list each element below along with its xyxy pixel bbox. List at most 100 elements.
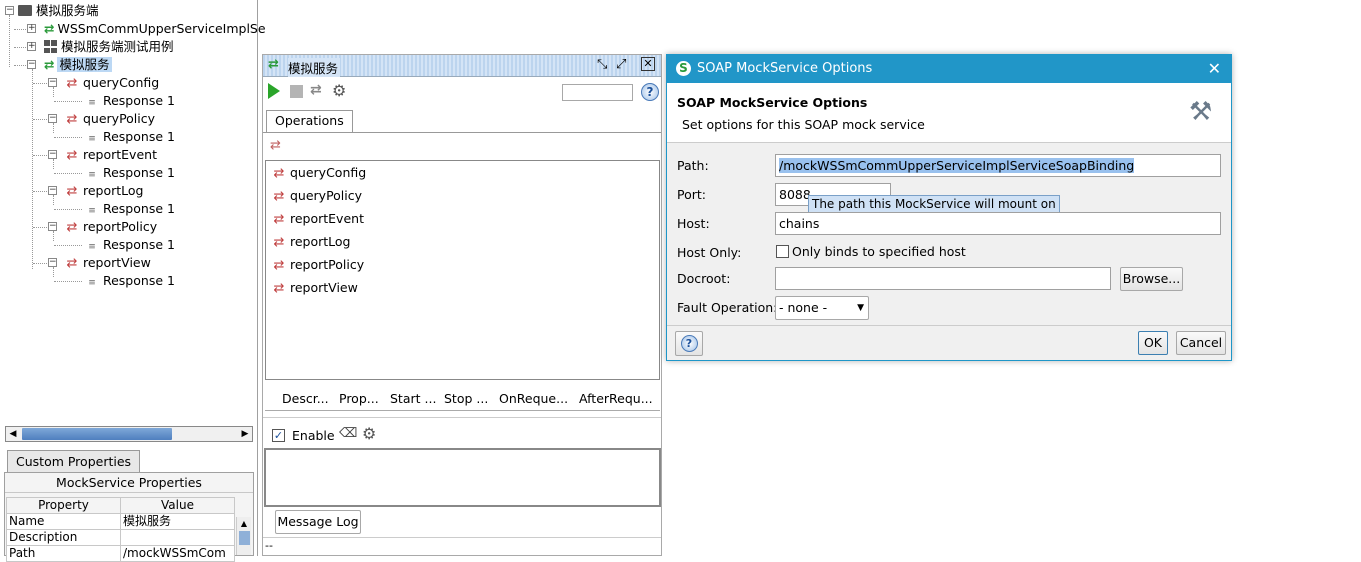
list-item[interactable]: ⇄ queryConfig: [272, 163, 367, 183]
properties-scrollbar[interactable]: ▲: [236, 517, 251, 555]
stop-icon[interactable]: [290, 85, 303, 98]
operation-icon: ⇄: [66, 220, 78, 235]
tree-node-interface[interactable]: ⇄ WSSmCommUpperServiceImplSe: [44, 20, 266, 38]
tree-node-root[interactable]: 模拟服务端: [18, 2, 99, 20]
tab-properties[interactable]: Prop...: [339, 391, 379, 406]
response-icon: ≡: [88, 278, 96, 288]
tree-node-response[interactable]: ≡ Response 1: [85, 236, 175, 254]
dialog-title: SOAP MockService Options: [697, 61, 873, 76]
operation-icon: ⇄: [66, 184, 78, 199]
help-icon: ?: [680, 335, 698, 352]
tree-node-response[interactable]: ≡ Response 1: [85, 92, 175, 110]
tree-node-operation[interactable]: ⇄ reportEvent: [65, 146, 157, 164]
dialog-header: SOAP MockService Options Set options for…: [667, 83, 1231, 143]
help-icon[interactable]: ?: [641, 83, 659, 101]
tree-node-operation[interactable]: ⇄ reportView: [65, 254, 151, 272]
scroll-right-arrow[interactable]: ▶: [238, 427, 252, 441]
search-input[interactable]: [562, 84, 633, 101]
table-row[interactable]: Name 模拟服务: [6, 513, 235, 530]
tree-node-mockservice[interactable]: ⇄ 模拟服务: [44, 56, 112, 74]
tab-afterrequest-script[interactable]: AfterRequ...: [579, 391, 653, 406]
folder-icon: [18, 5, 32, 16]
maximize-icon[interactable]: ⤢: [616, 57, 626, 72]
list-item[interactable]: ⇄ queryPolicy: [272, 186, 362, 206]
soap-mockservice-options-dialog: S SOAP MockService Options ✕ SOAP MockSe…: [666, 54, 1232, 361]
operation-icon: ⇄: [273, 189, 285, 204]
operation-icon: ⇄: [66, 148, 78, 163]
scrollbar-thumb[interactable]: [22, 428, 172, 440]
collapse-toggle[interactable]: −: [48, 150, 57, 159]
tools-icon: ⚒: [1189, 97, 1213, 127]
soapui-logo-icon: S: [676, 61, 691, 76]
expand-toggle[interactable]: +: [27, 24, 36, 33]
status-text: --: [265, 539, 273, 552]
tree-horizontal-scrollbar[interactable]: ◀ ▶: [5, 426, 253, 442]
eraser-icon[interactable]: ⌫: [339, 426, 357, 441]
properties-panel: Custom Properties MockService Properties…: [4, 450, 254, 562]
dialog-heading: SOAP MockService Options: [677, 95, 868, 110]
collapse-toggle[interactable]: −: [48, 114, 57, 123]
docroot-label: Docroot:: [677, 271, 731, 286]
gear-icon[interactable]: ⚙: [362, 424, 376, 443]
help-button[interactable]: ?: [675, 331, 703, 356]
fault-operation-select[interactable]: - none - ▼: [775, 296, 869, 320]
browse-button[interactable]: Browse...: [1120, 267, 1183, 291]
tree-node-testsuite[interactable]: 模拟服务端测试用例: [44, 38, 174, 56]
collapse-toggle[interactable]: −: [27, 60, 36, 69]
cancel-button[interactable]: Cancel: [1176, 331, 1226, 355]
enable-checkbox[interactable]: ✓: [272, 429, 285, 442]
ok-button[interactable]: OK: [1138, 331, 1168, 355]
gear-icon[interactable]: ⚙: [332, 81, 346, 100]
minimize-icon[interactable]: ⤡: [597, 57, 607, 72]
list-item[interactable]: ⇄ reportEvent: [272, 209, 364, 229]
table-row[interactable]: Path/mockWSSmCom: [6, 545, 235, 562]
tab-description[interactable]: Descr...: [282, 391, 329, 406]
expand-toggle[interactable]: +: [27, 42, 36, 51]
mockservice-icon: ⇄: [44, 57, 55, 72]
collapse-toggle[interactable]: −: [48, 186, 57, 195]
panel-titlebar: ⇄ 模拟服务 ⤡ ⤢ ✕: [263, 55, 661, 77]
collapse-toggle[interactable]: −: [48, 78, 57, 87]
tab-custom-properties[interactable]: Custom Properties: [7, 450, 141, 472]
tab-onrequest-script[interactable]: OnReque...: [499, 391, 568, 406]
tree-node-response[interactable]: ≡ Response 1: [85, 128, 175, 146]
tree-node-operation[interactable]: ⇄ reportLog: [65, 182, 144, 200]
grid-icon: [44, 40, 57, 53]
tree-node-response[interactable]: ≡ Response 1: [85, 272, 175, 290]
tree-node-response[interactable]: ≡ Response 1: [85, 200, 175, 218]
enable-label: Enable: [292, 428, 335, 443]
close-icon[interactable]: ✕: [641, 57, 655, 71]
mockservice-icon: ⇄: [268, 57, 279, 72]
host-field[interactable]: chains: [775, 212, 1221, 235]
tree-node-operation[interactable]: ⇄ queryConfig: [65, 74, 160, 92]
play-icon[interactable]: [268, 83, 280, 99]
collapse-toggle[interactable]: −: [48, 258, 57, 267]
operation-icon: ⇄: [273, 235, 285, 250]
operation-icon: ⇄: [66, 112, 78, 127]
tab-operations[interactable]: Operations: [266, 110, 353, 132]
chevron-down-icon: ▼: [857, 303, 864, 313]
collapse-toggle[interactable]: −: [5, 6, 14, 15]
message-log-area: [264, 448, 661, 507]
operation-icon: ⇄: [273, 258, 285, 273]
swap-icon[interactable]: ⇄: [310, 82, 322, 98]
list-item[interactable]: ⇄ reportLog: [272, 232, 351, 252]
message-log-button[interactable]: Message Log: [275, 510, 361, 534]
table-row[interactable]: Description: [6, 529, 235, 546]
list-item[interactable]: ⇄ reportView: [272, 278, 358, 298]
close-icon[interactable]: ✕: [1208, 55, 1221, 83]
operation-icon: ⇄: [66, 76, 78, 91]
tree-node-operation[interactable]: ⇄ reportPolicy: [65, 218, 158, 236]
tree-node-operation[interactable]: ⇄ queryPolicy: [65, 110, 155, 128]
tab-start-script[interactable]: Start ...: [390, 391, 436, 406]
docroot-field[interactable]: [775, 267, 1111, 290]
tab-stop-script[interactable]: Stop ...: [444, 391, 488, 406]
bottom-tabs: Descr... Prop... Start ... Stop ... OnRe…: [265, 381, 660, 411]
hostonly-checkbox[interactable]: [776, 245, 789, 258]
list-item[interactable]: ⇄ reportPolicy: [272, 255, 365, 275]
path-field[interactable]: /mockWSSmCommUpperServiceImplServiceSoap…: [775, 154, 1221, 177]
scroll-left-arrow[interactable]: ◀: [6, 427, 20, 441]
collapse-toggle[interactable]: −: [48, 222, 57, 231]
tree-node-response[interactable]: ≡ Response 1: [85, 164, 175, 182]
path-label: Path:: [677, 158, 709, 173]
